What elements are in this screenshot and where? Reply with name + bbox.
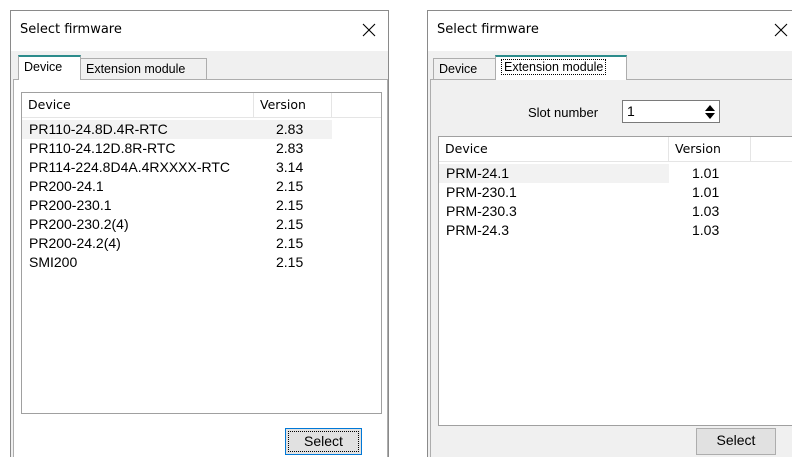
cell-version: 1.01: [692, 165, 720, 181]
tab-panel: Device Version PR110-24.8D.4R-RTC 2.83 PR1…: [13, 79, 388, 457]
column-header-device[interactable]: Device: [439, 137, 669, 162]
title-bar: Select firmware: [428, 11, 792, 51]
column-header-device-label: Device: [28, 97, 71, 112]
list-row[interactable]: PR200-230.2(4) 2.15: [22, 215, 381, 234]
slot-number-label: Slot number: [528, 105, 599, 120]
cell-version: 2.15: [276, 216, 304, 232]
cell-device: PR110-24.8D.4R-RTC: [29, 121, 168, 137]
column-header-device-label: Device: [445, 141, 488, 156]
tab-extension-module-label: Extension module: [86, 62, 186, 76]
close-button[interactable]: [354, 17, 384, 45]
dialog-title: Select firmware: [437, 22, 539, 37]
cell-version: 1.01: [692, 184, 720, 200]
list-row[interactable]: PR114-224.8D4A.4RXXXX-RTC 3.14: [22, 158, 381, 177]
column-header-version-label: Version: [675, 141, 721, 156]
list-row[interactable]: PR200-24.1 2.15: [22, 177, 381, 196]
module-list[interactable]: Device Version PRM-24.1 1.01 PRM-230.1 1.01…: [438, 136, 792, 426]
column-header-version-label: Version: [260, 97, 306, 112]
list-row[interactable]: PR110-24.12D.8R-RTC 2.83: [22, 139, 381, 158]
select-button[interactable]: Select: [696, 428, 776, 455]
tab-extension-module[interactable]: Extension module: [495, 55, 627, 80]
select-firmware-dialog-extension: Select firmware Device Extension module …: [427, 10, 792, 457]
select-button-label: Select: [716, 432, 756, 448]
cell-device: PR200-230.1: [29, 197, 112, 213]
close-icon: [362, 23, 376, 37]
close-button[interactable]: [766, 17, 792, 45]
list-row[interactable]: PR110-24.8D.4R-RTC 2.83: [22, 120, 381, 139]
column-header-version[interactable]: Version: [669, 137, 751, 162]
cell-device: PRM-230.3: [446, 203, 517, 219]
list-row[interactable]: PRM-24.3 1.03: [439, 221, 792, 240]
list-header: Device Version: [22, 93, 381, 118]
list-row[interactable]: PR200-24.2(4) 2.15: [22, 234, 381, 253]
cell-device: PR200-24.1: [29, 178, 104, 194]
column-header-device[interactable]: Device: [22, 93, 254, 118]
select-firmware-dialog-device: Select firmware Device Extension module …: [10, 10, 389, 457]
cell-version: 2.15: [276, 254, 304, 270]
cell-version: 2.15: [276, 178, 304, 194]
list-header: Device Version: [439, 137, 792, 162]
list-row[interactable]: PRM-230.3 1.03: [439, 202, 792, 221]
cell-version: 1.03: [692, 222, 720, 238]
tab-device[interactable]: Device: [18, 55, 81, 80]
cell-device: PRM-230.1: [446, 184, 517, 200]
cell-version: 2.15: [276, 235, 304, 251]
dialog-title: Select firmware: [20, 22, 122, 37]
list-row[interactable]: SMI200 2.15: [22, 253, 381, 272]
close-icon: [774, 23, 788, 37]
cell-version: 2.15: [276, 197, 304, 213]
slot-number-stepper[interactable]: 1: [622, 100, 720, 123]
tab-extension-module-label: Extension module: [501, 59, 607, 75]
list-row[interactable]: PRM-230.1 1.01: [439, 183, 792, 202]
cell-device: PR200-230.2(4): [29, 216, 129, 232]
cell-device: PRM-24.3: [446, 222, 510, 238]
cell-version: 2.83: [276, 121, 304, 137]
tab-device[interactable]: Device: [433, 58, 496, 80]
list-row[interactable]: PR200-230.1 2.15: [22, 196, 381, 215]
spinner-arrows-icon[interactable]: [704, 104, 716, 120]
title-bar: Select firmware: [11, 11, 388, 51]
list-rows: PR110-24.8D.4R-RTC 2.83 PR110-24.12D.8R-RT…: [22, 120, 381, 272]
tab-device-label: Device: [24, 60, 63, 74]
select-button-label: Select: [304, 433, 343, 449]
tab-extension-module[interactable]: Extension module: [80, 58, 207, 80]
cell-device: SMI200: [29, 254, 78, 270]
cell-device: PR200-24.2(4): [29, 235, 121, 251]
column-header-version[interactable]: Version: [254, 93, 332, 118]
tab-device-label: Device: [439, 62, 478, 76]
tab-panel: Slot number 1 Device Version PRM-24.1 1.0…: [430, 79, 792, 457]
select-button[interactable]: Select: [285, 428, 362, 455]
cell-device: PR114-224.8D4A.4RXXXX-RTC: [29, 159, 231, 175]
cell-device: PR110-24.12D.8R-RTC: [29, 140, 176, 156]
cell-device: PRM-24.1: [446, 165, 510, 181]
cell-version: 2.83: [276, 140, 304, 156]
list-rows: PRM-24.1 1.01 PRM-230.1 1.01 PRM-230.3 1.03 PR…: [439, 164, 792, 240]
slot-number-value: 1: [627, 103, 635, 119]
cell-version: 3.14: [276, 159, 304, 175]
list-row[interactable]: PRM-24.1 1.01: [439, 164, 792, 183]
cell-version: 1.03: [692, 203, 720, 219]
device-list[interactable]: Device Version PR110-24.8D.4R-RTC 2.83 PR1…: [21, 92, 382, 414]
